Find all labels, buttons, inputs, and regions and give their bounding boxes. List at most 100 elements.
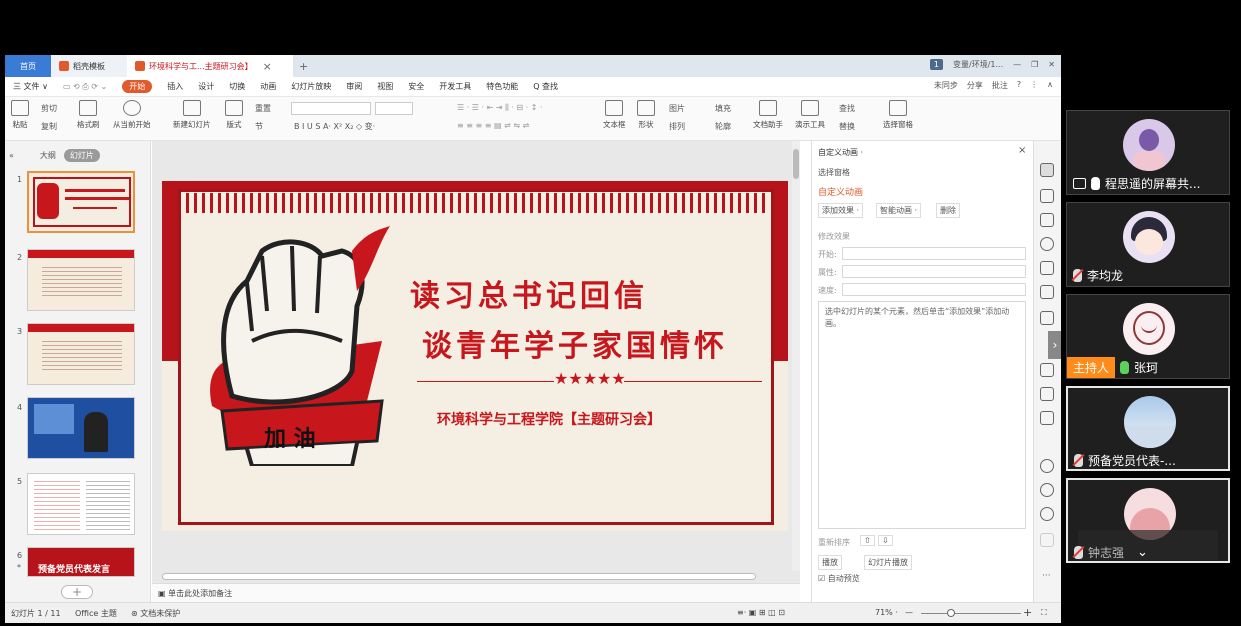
location-icon[interactable] bbox=[1040, 237, 1054, 251]
chevron-down-icon[interactable]: ⌄ bbox=[1137, 545, 1148, 560]
paragraph-toolbar[interactable]: ☰ · ☰ · ⇤ ⇥ ⫼ · ⊟ · ↕ · bbox=[457, 103, 543, 113]
file-menu[interactable]: 三 文件 ∨ bbox=[13, 81, 48, 92]
tab-home[interactable]: 首页 bbox=[5, 55, 51, 77]
window-label[interactable]: 变量/环境/1... bbox=[953, 59, 1003, 70]
fill-panel-icon[interactable] bbox=[1040, 261, 1054, 275]
help-icon[interactable]: ? bbox=[1017, 80, 1021, 91]
tab-templates[interactable]: 稻壳模板 bbox=[51, 55, 127, 77]
menu-insert[interactable]: 插入 bbox=[167, 81, 183, 92]
add-slide-button[interactable]: + bbox=[61, 585, 93, 599]
slide-thumbnail-6[interactable]: 预备党员代表发言 bbox=[27, 547, 135, 577]
history-icon[interactable] bbox=[1040, 483, 1054, 497]
new-slide-button[interactable]: 新建幻灯片 bbox=[173, 100, 211, 130]
chart-icon[interactable] bbox=[1040, 311, 1054, 325]
autopreview-checkbox[interactable]: ☑ 自动预览 bbox=[818, 573, 860, 584]
zoom-slider-handle[interactable] bbox=[947, 609, 955, 617]
menu-view[interactable]: 视图 bbox=[377, 81, 393, 92]
page-badge[interactable]: 1 bbox=[929, 59, 944, 70]
protect-status[interactable]: ⊛ 文档未保护 bbox=[131, 608, 180, 619]
collapse-ribbon-icon[interactable]: ∧ bbox=[1047, 80, 1053, 91]
menu-slideshow[interactable]: 幻灯片放映 bbox=[291, 81, 331, 92]
share-button[interactable]: 分享 bbox=[967, 80, 983, 91]
play-button[interactable]: 播放 bbox=[818, 555, 842, 570]
fill-button[interactable]: 填充 bbox=[715, 103, 731, 114]
tab-document[interactable]: 环境科学与工...主题研习会】 × bbox=[127, 55, 293, 77]
delete-button[interactable]: 删除 bbox=[936, 203, 960, 218]
participant-card-3[interactable]: 主持人 张珂 bbox=[1066, 294, 1230, 379]
zoom-in-icon[interactable]: + bbox=[1023, 606, 1032, 619]
quick-access-icons[interactable]: ▭ ⟲ ⎙ ⟳ ⌄ bbox=[63, 82, 107, 92]
slide-canvas[interactable]: 加 油 读习总书记回信 谈青年学子家国情怀 ★★★★★ 环境科学与工程学院【主题… bbox=[162, 181, 788, 531]
menu-review[interactable]: 审阅 bbox=[346, 81, 362, 92]
help-panel-icon[interactable] bbox=[1040, 507, 1054, 521]
play-current-button[interactable]: 从当前开始 bbox=[113, 100, 151, 130]
font-name-select[interactable] bbox=[291, 102, 371, 115]
menu-start[interactable]: 开始 bbox=[122, 80, 153, 93]
vertical-scrollbar[interactable] bbox=[792, 141, 800, 571]
view-buttons[interactable]: ≡· ▣ ⊞ ◫ ⊡ bbox=[737, 608, 785, 617]
tray-icon[interactable] bbox=[1040, 411, 1054, 425]
animation-list[interactable]: 选中幻灯片的某个元素，然后单击“添加效果”添加动画。 bbox=[818, 301, 1026, 529]
font-style-toolbar[interactable]: B I U S A· X² X₂ ◇ 变· bbox=[294, 121, 375, 132]
menu-developer[interactable]: 开发工具 bbox=[439, 81, 471, 92]
shape-panel-icon[interactable] bbox=[1040, 213, 1054, 227]
grid-icon[interactable] bbox=[1040, 285, 1054, 299]
slide-thumbnail-4[interactable] bbox=[27, 397, 135, 459]
paste-button[interactable]: 粘贴 bbox=[11, 100, 29, 130]
collapse-panel-icon[interactable]: « bbox=[9, 151, 14, 160]
fit-window-icon[interactable]: ⛶ bbox=[1041, 608, 1047, 618]
more-icon[interactable]: ⋮ bbox=[1030, 80, 1038, 91]
smart-animation-button[interactable]: 智能动画 · bbox=[876, 203, 922, 218]
expand-panel-icon[interactable]: › bbox=[1048, 331, 1061, 359]
menu-design[interactable]: 设计 bbox=[198, 81, 214, 92]
speed-select[interactable] bbox=[842, 283, 1026, 296]
slides-tab[interactable]: 幻灯片 bbox=[63, 149, 100, 162]
add-tab-button[interactable]: + bbox=[299, 60, 308, 73]
animation-icon[interactable] bbox=[1040, 163, 1054, 177]
participant-card-4[interactable]: 预备党员代表-... bbox=[1066, 386, 1230, 471]
participant-card-5[interactable]: 钟志强 ⌄ bbox=[1066, 478, 1230, 563]
zoom-level[interactable]: 71% · bbox=[875, 608, 898, 617]
property-select[interactable] bbox=[842, 265, 1026, 278]
settings-icon[interactable] bbox=[1040, 533, 1054, 547]
horizontal-scrollbar[interactable] bbox=[152, 571, 792, 581]
zoom-out-icon[interactable]: — bbox=[905, 608, 913, 617]
menu-security[interactable]: 安全 bbox=[408, 81, 424, 92]
close-tab-icon[interactable]: × bbox=[263, 60, 272, 73]
picture-button[interactable]: 图片 bbox=[669, 103, 685, 114]
arrange-button[interactable]: 排列 bbox=[669, 121, 685, 132]
format-painter-button[interactable]: 格式刷 bbox=[77, 100, 100, 130]
menu-search[interactable]: Q 查找 bbox=[533, 81, 558, 92]
align-toolbar[interactable]: ≡ ≡ ≡ ≡ ▤ ⇌ ⇋ ⇌ bbox=[457, 121, 529, 130]
layout-button[interactable]: 版式 bbox=[225, 100, 243, 130]
notes-area[interactable]: ▣ 单击此处添加备注 bbox=[152, 583, 800, 604]
sync-status[interactable]: 未同步 bbox=[934, 80, 958, 91]
menu-transition[interactable]: 切换 bbox=[229, 81, 245, 92]
cut-button[interactable]: 剪切 bbox=[41, 103, 57, 114]
select-pane-button[interactable]: 选择窗格 bbox=[883, 100, 913, 130]
slide-thumbnail-3[interactable] bbox=[27, 323, 135, 385]
close-panel-icon[interactable]: × bbox=[1018, 145, 1026, 156]
minimize-icon[interactable]: — bbox=[1013, 60, 1021, 69]
section-button[interactable]: 节 bbox=[255, 121, 263, 132]
reset-button[interactable]: 重置 bbox=[255, 103, 271, 114]
copy-button[interactable]: 复制 bbox=[41, 121, 57, 132]
export-icon[interactable] bbox=[1040, 387, 1054, 401]
presentation-tools-button[interactable]: 演示工具 bbox=[795, 100, 825, 130]
participant-card-2[interactable]: 李均龙 bbox=[1066, 202, 1230, 287]
scrollbar-thumb[interactable] bbox=[162, 573, 756, 580]
menu-features[interactable]: 特色功能 bbox=[486, 81, 518, 92]
document-assistant-button[interactable]: 文档助手 bbox=[753, 100, 783, 130]
move-up-icon[interactable]: ⇧ bbox=[860, 535, 875, 546]
zoom-slider[interactable] bbox=[921, 613, 1021, 614]
textbox-button[interactable]: 文本框 bbox=[603, 100, 626, 130]
shape-button[interactable]: 形状 bbox=[637, 100, 655, 130]
slideshow-button[interactable]: 幻灯片播放 bbox=[864, 555, 912, 570]
slide-thumbnail-5[interactable] bbox=[27, 473, 135, 535]
font-size-select[interactable] bbox=[375, 102, 413, 115]
start-select[interactable] bbox=[842, 247, 1026, 260]
menu-animation[interactable]: 动画 bbox=[260, 81, 276, 92]
outline-button[interactable]: 轮廓 bbox=[715, 121, 731, 132]
replace-button[interactable]: 替换 bbox=[839, 121, 855, 132]
more-tools-icon[interactable]: ··· bbox=[1042, 571, 1051, 581]
